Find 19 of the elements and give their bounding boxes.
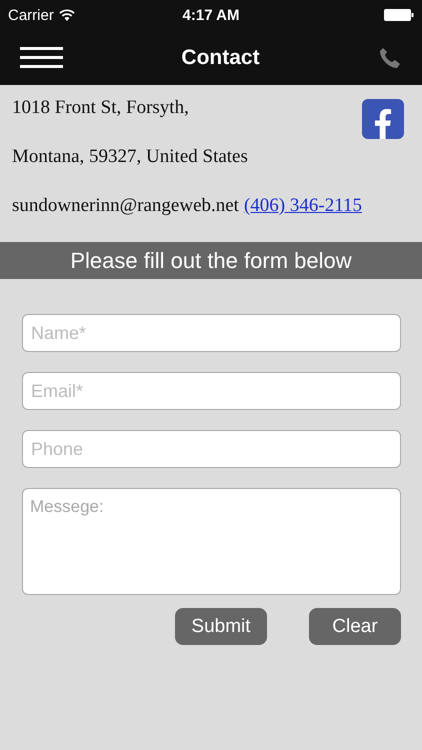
address-line: Montana, 59327, United States	[12, 146, 249, 168]
menu-icon[interactable]	[20, 46, 63, 68]
address-line: 1018 Front St, Forsyth,	[12, 97, 190, 119]
page-title: Contact	[181, 46, 260, 70]
input-field[interactable]: Phone	[22, 430, 401, 468]
form-banner: Please fill out the form below	[0, 242, 422, 279]
phone-icon[interactable]	[378, 46, 402, 70]
phone-link[interactable]: (406) 346-2115	[244, 195, 362, 217]
status-time: 4:17 AM	[182, 6, 240, 24]
input-field[interactable]: Name*	[22, 314, 401, 352]
facebook-icon[interactable]	[362, 99, 404, 139]
wifi-icon	[58, 9, 75, 21]
carrier-name: Carrier	[8, 6, 54, 24]
battery-icon	[384, 9, 414, 21]
clear-button[interactable]: Clear	[309, 608, 401, 645]
submit-button[interactable]: Submit	[175, 608, 267, 645]
input-field[interactable]: Email*	[22, 372, 401, 410]
message-field[interactable]: Messege:	[22, 488, 401, 595]
email-text: sundownerinn@rangeweb.net	[12, 195, 239, 217]
